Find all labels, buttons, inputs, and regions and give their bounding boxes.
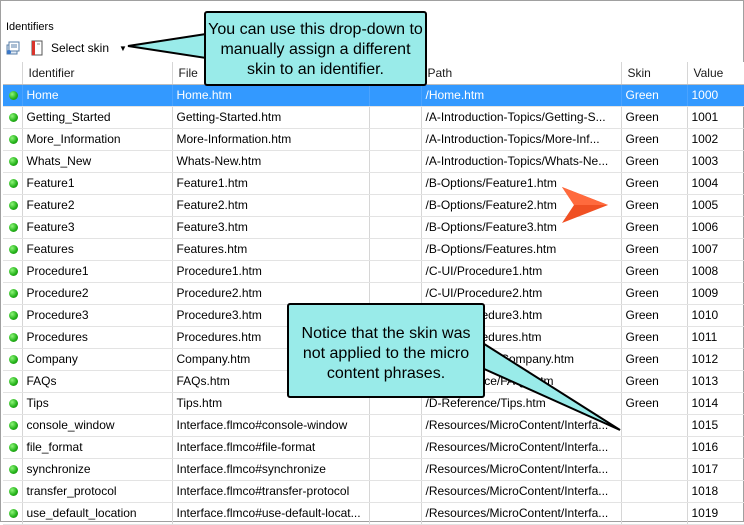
dropdown-callout-pointer xyxy=(127,32,207,60)
skin-callout: Notice that the skin was not applied to … xyxy=(287,303,485,398)
dropdown-callout-text: You can use this drop-down to manually a… xyxy=(208,21,423,78)
red-pointer-arrow-icon xyxy=(562,187,608,223)
skin-callout-text: Notice that the skin was not applied to … xyxy=(301,325,471,382)
dropdown-callout: You can use this drop-down to manually a… xyxy=(204,11,427,86)
skin-callout-pointer xyxy=(468,332,621,431)
